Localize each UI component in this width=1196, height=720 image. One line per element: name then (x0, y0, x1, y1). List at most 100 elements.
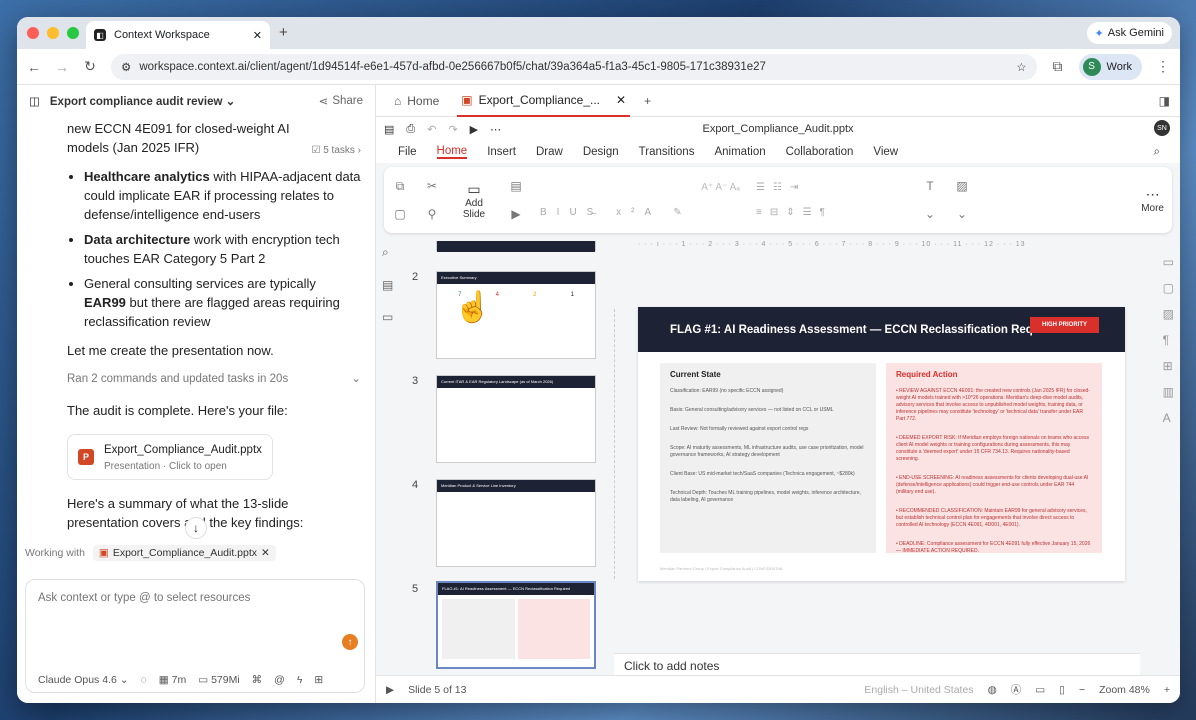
task-check-icon: ☑ (311, 145, 321, 156)
slide-thumb-1[interactable] (436, 241, 596, 252)
chat-title[interactable]: Export compliance audit review ⌄ (50, 94, 309, 108)
paste-icon[interactable]: ▢ (392, 207, 408, 221)
picture-icon[interactable]: ▨ (1163, 307, 1174, 321)
cut-icon[interactable]: ✂ (424, 179, 440, 193)
attach-icon[interactable]: ⌘ (252, 674, 263, 686)
lightning-icon[interactable]: ϟ (297, 674, 303, 686)
cut-group: ✂ ⚲ (424, 179, 440, 221)
menu-draw[interactable]: Draw (536, 146, 563, 158)
zoom-level[interactable]: Zoom 48% (1099, 684, 1150, 696)
slide-settings-icon[interactable]: ▭ (1163, 255, 1174, 269)
reload-icon[interactable]: ↻ (83, 58, 97, 75)
menu-view[interactable]: View (873, 146, 898, 158)
site-info-icon[interactable]: ⚙ (121, 60, 131, 74)
tab-export-compliance[interactable]: ▣ Export_Compliance_... ✕ (457, 85, 631, 117)
tab-home[interactable]: ⌂ Home (390, 85, 443, 117)
zoom-in-icon[interactable]: + (1164, 684, 1170, 696)
profile-button[interactable]: S Work (1078, 53, 1142, 80)
table-icon[interactable]: ⊞ (1163, 359, 1174, 373)
url-bar[interactable]: ⚙ workspace.context.ai/client/agent/1d94… (111, 53, 1037, 80)
chevron-down-icon[interactable]: ⌄ (922, 207, 938, 221)
new-tab-icon[interactable]: + (644, 94, 651, 108)
menu-transitions[interactable]: Transitions (639, 146, 695, 158)
textbox-icon[interactable]: T (922, 179, 938, 193)
chart-icon[interactable]: ▥ (1163, 385, 1174, 399)
tasks-indicator[interactable]: ☑ 5 tasks › (311, 141, 361, 160)
layout-icon[interactable]: ▤ (508, 179, 524, 193)
required-action-panel: Required Action • REVIEW AGAINST ECCN 4E… (886, 363, 1102, 554)
scroll-down-button[interactable]: ↓ (185, 517, 207, 539)
share-button[interactable]: ⋖ Share (319, 94, 363, 108)
mention-icon[interactable]: @ (274, 674, 285, 686)
zoom-out-icon[interactable]: − (1079, 684, 1085, 696)
media-icon[interactable]: ▶ (508, 207, 524, 221)
menu-animation[interactable]: Animation (714, 146, 765, 158)
globe-icon[interactable]: ◍ (988, 684, 997, 696)
extensions-icon[interactable]: ⧉ (1051, 58, 1065, 75)
save-icon[interactable]: ▤ (384, 123, 394, 136)
browser-menu-icon[interactable]: ⋮ (1156, 58, 1170, 75)
tools-icon[interactable]: ⊞ (314, 674, 323, 686)
slide-thumb-5[interactable]: FLAG #1: AI Readiness Assessment — ECCN … (436, 581, 596, 669)
maximize-window-button[interactable] (67, 27, 79, 39)
chat-input[interactable] (38, 592, 352, 604)
model-selector[interactable]: Claude Opus 4.6 ⌄ (38, 674, 129, 686)
ask-gemini-button[interactable]: ✦ Ask Gemini (1086, 22, 1172, 44)
menu-design[interactable]: Design (583, 146, 619, 158)
print-icon[interactable]: ⎙ (406, 123, 415, 136)
align-controls[interactable]: ≡⊟⇕☰¶ (756, 207, 906, 218)
minimize-window-button[interactable] (47, 27, 59, 39)
add-slide-button[interactable]: ▭ Add Slide (456, 181, 492, 220)
current-slide[interactable]: FLAG #1: AI Readiness Assessment — ECCN … (638, 307, 1125, 581)
sidebar-toggle-icon[interactable]: ◫ (29, 94, 40, 108)
font-size-controls[interactable]: A⁺ A⁻ Aₐ (540, 182, 740, 193)
list-controls[interactable]: ☰☷⇥ (756, 182, 906, 193)
text-art-icon[interactable]: A (1163, 411, 1174, 425)
redo-icon[interactable]: ↷ (448, 123, 457, 136)
comments-icon[interactable]: ▭ (382, 310, 398, 324)
spellcheck-icon[interactable]: Ⓐ (1011, 682, 1022, 697)
slide-thumb-4[interactable]: Meridian Product & Service Line Inventor… (436, 479, 596, 567)
paragraph-icon[interactable]: ¶ (1163, 333, 1174, 347)
send-button[interactable]: ↑ (342, 634, 358, 650)
commands-summary[interactable]: Ran 2 commands and updated tasks in 20s … (67, 370, 361, 389)
back-arrow-icon[interactable]: ← (27, 59, 41, 75)
menu-insert[interactable]: Insert (487, 146, 516, 158)
more-options-icon[interactable]: ⋯ (490, 123, 501, 136)
normal-view-icon[interactable]: ▭ (1035, 684, 1045, 696)
close-window-button[interactable] (27, 27, 39, 39)
user-avatar[interactable]: SN (1154, 120, 1170, 136)
text-format-controls[interactable]: BIUS̶ x²A ✎ (540, 207, 740, 218)
shape-icon[interactable]: ▢ (1163, 281, 1174, 295)
image-icon[interactable]: ▨ (954, 179, 970, 193)
new-tab-icon[interactable]: + (279, 24, 288, 41)
working-file-chip[interactable]: ▣ Export_Compliance_Audit.pptx ✕ (92, 545, 276, 561)
file-card[interactable]: P Export_Compliance_Audit.pptx Presentat… (67, 434, 273, 480)
slideshow-icon[interactable]: ▶ (386, 684, 394, 696)
menu-file[interactable]: File (398, 146, 417, 158)
format-painter-icon[interactable]: ⚲ (424, 207, 440, 221)
speaker-notes[interactable]: Click to add notes (614, 653, 1140, 677)
browser-window: ◧ Context Workspace ✕ + ✦ Ask Gemini ← →… (17, 17, 1180, 703)
notes-view-icon[interactable]: ▯ (1059, 684, 1065, 696)
close-tab-icon[interactable]: ✕ (616, 93, 626, 107)
search-icon[interactable]: ⌕ (1154, 146, 1160, 159)
forward-arrow-icon[interactable]: → (55, 59, 69, 75)
browser-tab[interactable]: ◧ Context Workspace ✕ (86, 21, 270, 49)
chevron-down-icon[interactable]: ⌄ (954, 207, 970, 221)
panel-toggle-icon[interactable]: ◨ (1159, 94, 1170, 108)
close-tab-icon[interactable]: ✕ (253, 29, 262, 42)
menu-home[interactable]: Home (436, 145, 468, 159)
bookmark-star-icon[interactable]: ☆ (1016, 60, 1026, 74)
slide-footer: Meridian Partners Group | Export Complia… (660, 566, 784, 571)
undo-icon[interactable]: ↶ (427, 123, 436, 136)
menu-collaboration[interactable]: Collaboration (786, 146, 854, 158)
more-button[interactable]: ⋯ More (1141, 186, 1164, 214)
present-icon[interactable]: ▶ (470, 123, 478, 136)
copy-icon[interactable]: ⧉ (392, 179, 408, 193)
remove-icon[interactable]: ✕ (261, 547, 270, 559)
search-icon[interactable]: ⌕ (382, 245, 398, 260)
slide-thumb-3[interactable]: Current ITAR & EAR Regulatory Landscape … (436, 375, 596, 463)
slides-panel-icon[interactable]: ▤ (382, 278, 398, 292)
language-label[interactable]: English – United States (864, 684, 973, 696)
